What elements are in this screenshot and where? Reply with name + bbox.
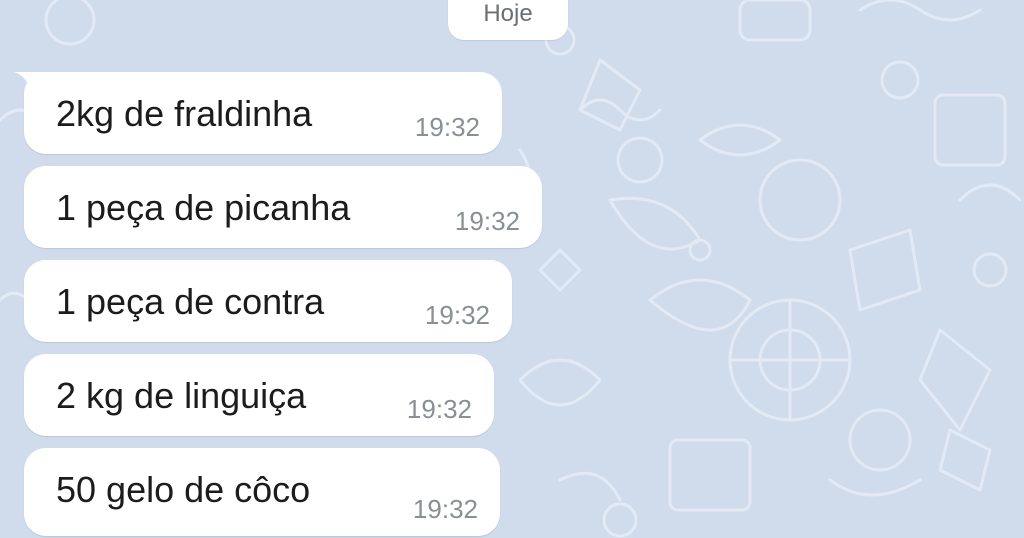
message-time: 19:32 bbox=[406, 394, 472, 424]
message-bubble[interactable]: 1 peça de picanha 19:32 bbox=[24, 166, 542, 248]
message-bubble[interactable]: 50 gelo de côco 19:32 bbox=[24, 448, 500, 536]
message-text: 1 peça de contra bbox=[56, 281, 325, 322]
message-bubble[interactable]: 2kg de fraldinha 19:32 bbox=[14, 72, 502, 154]
message-bubble[interactable]: 2 kg de linguiça 19:32 bbox=[24, 354, 494, 436]
message-text: 2kg de fraldinha bbox=[56, 93, 313, 134]
message-time: 19:32 bbox=[424, 300, 490, 330]
message-time: 19:32 bbox=[412, 494, 478, 524]
message-time: 19:32 bbox=[454, 206, 520, 236]
date-separator: Hoje bbox=[448, 0, 568, 40]
message-text: 1 peça de picanha bbox=[56, 187, 351, 228]
message-time: 19:32 bbox=[414, 112, 480, 142]
message-text: 50 gelo de côco bbox=[56, 469, 311, 510]
message-text: 2 kg de linguiça bbox=[56, 375, 307, 416]
date-label: Hoje bbox=[483, 0, 533, 27]
bubble-tail-icon bbox=[14, 72, 44, 96]
message-bubble[interactable]: 1 peça de contra 19:32 bbox=[24, 260, 512, 342]
